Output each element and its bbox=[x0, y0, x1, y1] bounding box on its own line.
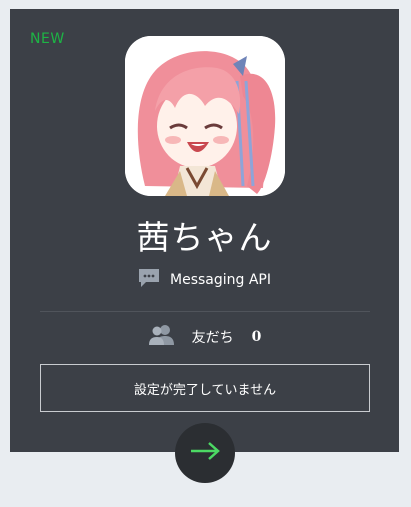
open-account-button[interactable] bbox=[175, 423, 235, 483]
account-type-row: Messaging API bbox=[10, 268, 399, 292]
setup-status-button[interactable]: 設定が完了していません bbox=[40, 364, 370, 412]
people-icon bbox=[148, 324, 176, 350]
setup-status-label: 設定が完了していません bbox=[133, 382, 277, 398]
friends-label: 友だち bbox=[191, 330, 234, 346]
friends-count: 0 bbox=[251, 329, 262, 345]
arrow-right-icon bbox=[189, 441, 221, 465]
account-type-label: Messaging API bbox=[170, 272, 271, 288]
chat-bubble-icon bbox=[138, 268, 160, 292]
new-badge: NEW bbox=[30, 31, 65, 47]
bot-name: 茜ちゃん bbox=[136, 218, 273, 257]
friends-row: 友だち 0 bbox=[10, 324, 399, 350]
bot-avatar bbox=[125, 36, 285, 196]
divider bbox=[40, 311, 370, 312]
bot-account-card[interactable]: NEW 茜ちゃん Messaging API 友だち 0 設定が完了していません bbox=[10, 9, 399, 452]
